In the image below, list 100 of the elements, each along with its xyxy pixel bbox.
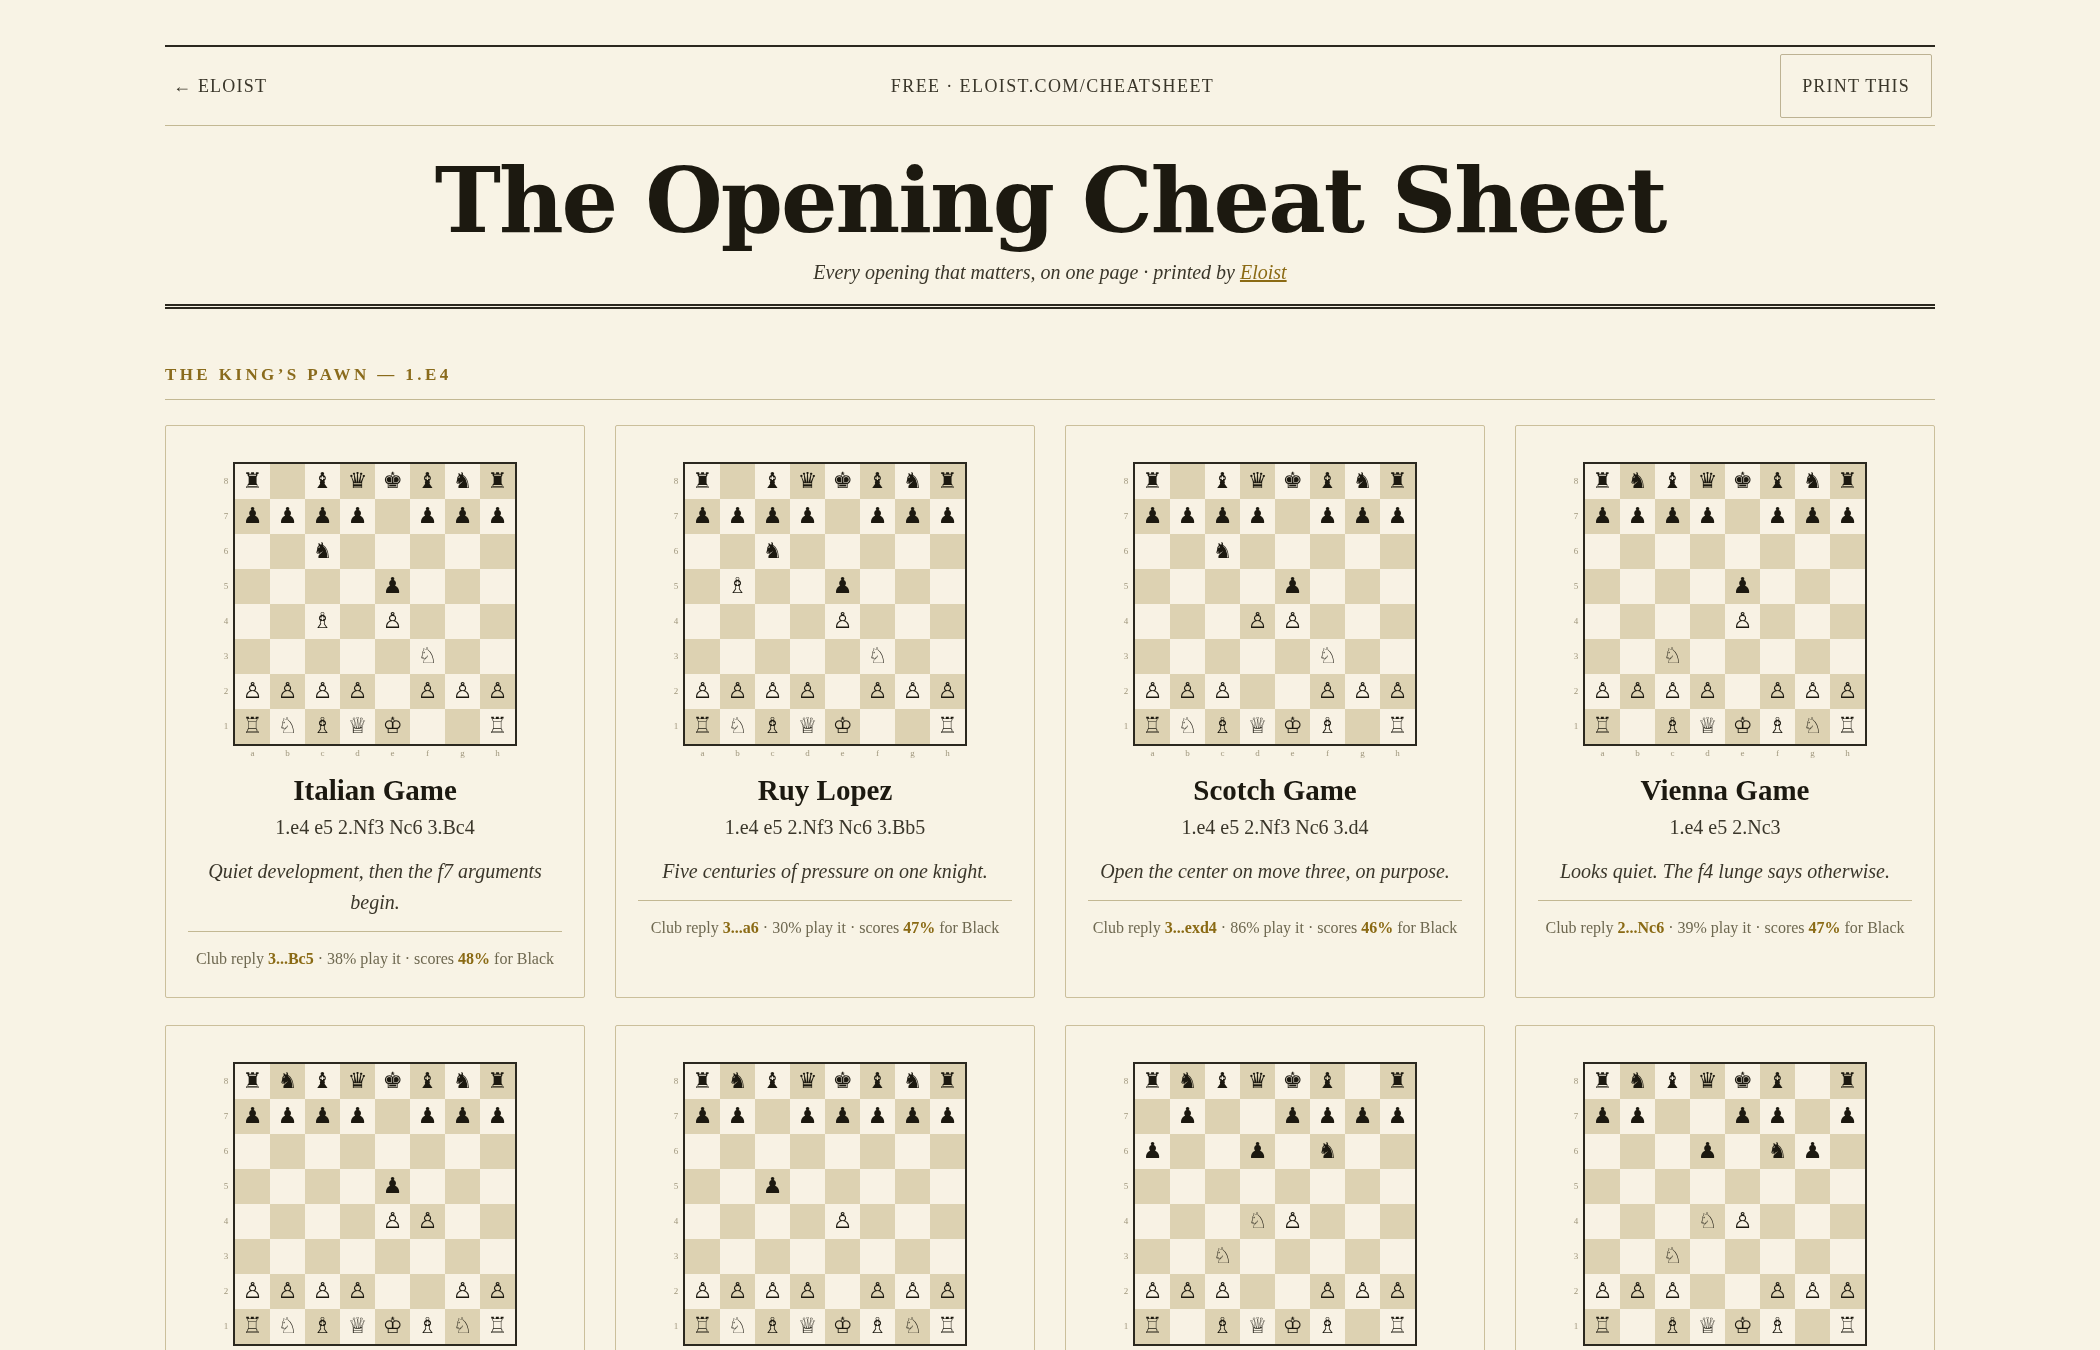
chess-piece: ♟ — [1767, 505, 1788, 528]
chess-piece: ♔ — [382, 1315, 403, 1338]
chess-piece: ♞ — [277, 1070, 298, 1093]
chess-piece: ♛ — [1697, 1070, 1718, 1093]
chess-piece: ♟ — [762, 1175, 783, 1198]
chess-piece: ♟ — [1387, 1105, 1408, 1128]
chess-piece: ♚ — [382, 470, 403, 493]
file-label: b — [1635, 747, 1640, 759]
rank-label: 5 — [1123, 1180, 1129, 1192]
chess-piece: ♙ — [902, 680, 923, 703]
chess-piece: ♖ — [937, 715, 958, 738]
print-button[interactable]: PRINT THIS — [1780, 54, 1932, 118]
file-label: a — [1600, 747, 1605, 759]
chess-piece: ♕ — [347, 715, 368, 738]
rank-label: 5 — [1123, 580, 1129, 592]
site-tagline: FREE · ELOIST.COM/CHEATSHEET — [890, 75, 1215, 97]
opening-note: Five centuries of pressure on one knight. — [661, 858, 989, 885]
opening-title: Italian Game — [293, 772, 457, 808]
chess-piece: ♟ — [1352, 1105, 1373, 1128]
rank-label: 7 — [1573, 1110, 1579, 1122]
chess-piece: ♟ — [242, 1105, 263, 1128]
chess-piece: ♜ — [1592, 470, 1613, 493]
chess-piece: ♖ — [1592, 1315, 1613, 1338]
chess-piece: ♙ — [1282, 1210, 1303, 1233]
chess-piece: ♖ — [487, 1315, 508, 1338]
file-label: f — [426, 747, 429, 759]
chess-piece: ♘ — [727, 715, 748, 738]
chess-piece: ♟ — [1282, 1105, 1303, 1128]
chess-piece: ♛ — [347, 470, 368, 493]
rank-label: 4 — [223, 615, 229, 627]
chess-piece: ♕ — [1247, 715, 1268, 738]
chess-piece: ♘ — [1317, 645, 1338, 668]
section-heading: THE KING’S PAWN — 1.E4 — [165, 364, 452, 385]
chess-piece: ♝ — [1767, 1070, 1788, 1093]
chess-piece: ♖ — [692, 715, 713, 738]
chess-piece: ♝ — [417, 470, 438, 493]
chess-piece: ♟ — [1247, 505, 1268, 528]
chess-piece: ♗ — [762, 715, 783, 738]
chess-piece: ♟ — [692, 1105, 713, 1128]
author-link[interactable]: Eloist — [1239, 260, 1287, 283]
chess-piece: ♙ — [1767, 680, 1788, 703]
file-label: a — [250, 747, 255, 759]
chess-piece: ♟ — [1352, 505, 1373, 528]
rank-label: 7 — [1573, 510, 1579, 522]
move-sequence: 1.e4 e5 2.Nf3 Nc6 3.Bc4 — [275, 814, 475, 839]
chess-piece: ♙ — [1627, 1280, 1648, 1303]
rank-label: 6 — [673, 1145, 679, 1157]
rank-label: 1 — [673, 1320, 679, 1332]
chess-piece: ♘ — [277, 1315, 298, 1338]
chess-piece: ♝ — [1317, 470, 1338, 493]
chess-piece: ♗ — [312, 610, 333, 633]
move-sequence: 1.e4 e5 2.Nf3 Nc6 3.Bb5 — [724, 814, 926, 839]
rank-label: 2 — [223, 685, 229, 697]
chess-piece: ♟ — [242, 505, 263, 528]
chess-piece: ♝ — [867, 1070, 888, 1093]
chess-piece: ♙ — [1317, 680, 1338, 703]
chess-piece: ♙ — [937, 680, 958, 703]
file-label: h — [1395, 747, 1400, 759]
chess-piece: ♙ — [1177, 1280, 1198, 1303]
chess-piece: ♙ — [417, 1210, 438, 1233]
rank-label: 6 — [1573, 1145, 1579, 1157]
club-reply-stats: Club reply 3...Bc5 · 38% play it · scores 48% for Black — [195, 948, 555, 970]
chess-piece: ♟ — [692, 505, 713, 528]
chess-piece: ♙ — [727, 1280, 748, 1303]
chess-piece: ♚ — [832, 1070, 853, 1093]
chess-piece: ♞ — [762, 540, 783, 563]
chess-piece: ♟ — [832, 575, 853, 598]
rank-label: 2 — [673, 1285, 679, 1297]
chess-piece: ♙ — [487, 1280, 508, 1303]
file-label: b — [1185, 747, 1190, 759]
rank-label: 4 — [673, 1215, 679, 1227]
chess-piece: ♙ — [937, 1280, 958, 1303]
chess-piece: ♙ — [417, 680, 438, 703]
rank-label: 8 — [673, 1075, 679, 1087]
rank-label: 5 — [673, 1180, 679, 1192]
chess-piece: ♞ — [1767, 1140, 1788, 1163]
file-label: d — [1705, 747, 1710, 759]
chess-piece: ♟ — [1837, 505, 1858, 528]
opening-title: Scotch Game — [1193, 772, 1357, 808]
chess-piece: ♟ — [1627, 1105, 1648, 1128]
chess-piece: ♜ — [937, 1070, 958, 1093]
chess-piece: ♞ — [1177, 1070, 1198, 1093]
chess-piece: ♙ — [797, 680, 818, 703]
chess-piece: ♙ — [382, 1210, 403, 1233]
rank-label: 7 — [673, 510, 679, 522]
chess-piece: ♚ — [1732, 470, 1753, 493]
file-label: c — [1670, 747, 1675, 759]
chess-piece: ♙ — [277, 680, 298, 703]
rank-label: 2 — [673, 685, 679, 697]
chess-piece: ♔ — [1732, 1315, 1753, 1338]
file-label: c — [770, 747, 775, 759]
file-label: f — [1326, 747, 1329, 759]
chess-piece: ♟ — [1592, 505, 1613, 528]
club-reply-stats: Club reply 2...Nc6 · 39% play it · scores 47% for Black — [1545, 917, 1905, 939]
back-link[interactable]: ← ELOIST — [173, 75, 268, 97]
chess-piece: ♝ — [1767, 470, 1788, 493]
chess-piece: ♜ — [1387, 470, 1408, 493]
chess-piece: ♘ — [1247, 1210, 1268, 1233]
chess-piece: ♝ — [762, 1070, 783, 1093]
rank-label: 4 — [673, 615, 679, 627]
